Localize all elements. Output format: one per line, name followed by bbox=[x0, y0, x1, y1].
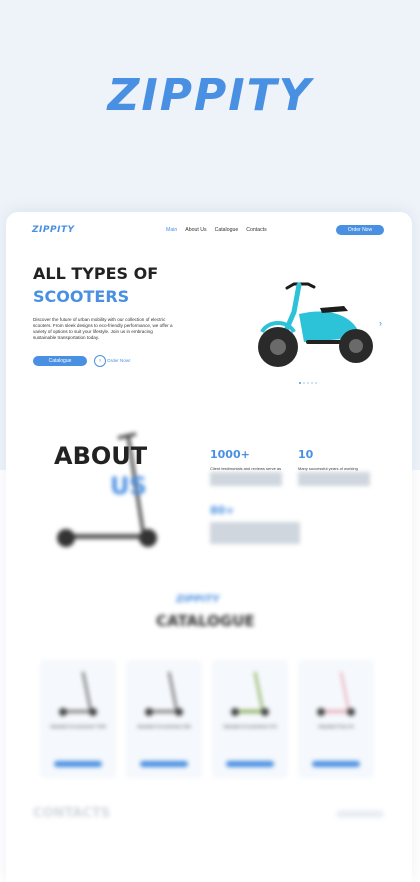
product-button[interactable] bbox=[312, 761, 360, 767]
product-button[interactable] bbox=[140, 761, 188, 767]
catalogue-button[interactable]: Catalogue bbox=[33, 356, 87, 366]
stat-value: 1000+ bbox=[210, 448, 250, 461]
carousel-dot[interactable] bbox=[315, 382, 317, 384]
scooter-image bbox=[317, 671, 355, 716]
product-card[interactable]: Standard Scootzstreet T400 bbox=[40, 660, 116, 778]
product-card[interactable]: Standard Flow 3X bbox=[298, 660, 374, 778]
scooter-image bbox=[145, 671, 183, 716]
stat-text: Many successful years of working bbox=[298, 466, 358, 471]
carousel-dots bbox=[299, 382, 317, 384]
stat-text-placeholder bbox=[210, 472, 282, 486]
about-title: ABOUT bbox=[54, 442, 148, 470]
catalogue-logo: ZIPPITY bbox=[176, 594, 220, 605]
product-name: Standard Scootzstreet S70 bbox=[223, 724, 277, 729]
website-preview: ZIPPITY Main About Us Catalogue Contacts… bbox=[6, 212, 412, 882]
carousel-dot[interactable] bbox=[299, 382, 301, 384]
carousel-dot[interactable] bbox=[303, 382, 305, 384]
order-now-button[interactable]: Order Now bbox=[336, 225, 384, 235]
scooter-image bbox=[59, 671, 97, 716]
nav-link-contacts[interactable]: Contacts bbox=[246, 227, 266, 233]
product-card[interactable]: Standard Scootzstreet S50 bbox=[126, 660, 202, 778]
scooter-image bbox=[258, 282, 373, 367]
nav-logo[interactable]: ZIPPITY bbox=[32, 225, 75, 235]
stat-text: Client testimonials and reviews serve as bbox=[210, 466, 282, 471]
nav-link-main[interactable]: Main bbox=[166, 227, 177, 233]
order-now-link[interactable]: Order Now! bbox=[107, 358, 131, 363]
nav-links: Main About Us Catalogue Contacts bbox=[166, 227, 267, 233]
scooter-image bbox=[231, 671, 269, 716]
product-card[interactable]: Standard Scootzstreet S70 bbox=[212, 660, 288, 778]
carousel-dot[interactable] bbox=[311, 382, 313, 384]
product-name: Standard Scootzstreet S50 bbox=[137, 724, 191, 729]
product-name: Standard Flow 3X bbox=[318, 724, 354, 729]
hero-title-line2: SCOOTERS bbox=[33, 287, 130, 306]
contacts-button[interactable] bbox=[336, 810, 384, 818]
stat-value: 10 bbox=[298, 448, 314, 461]
nav-link-catalogue[interactable]: Catalogue bbox=[215, 227, 239, 233]
stat-value: 80+ bbox=[210, 504, 235, 517]
product-button[interactable] bbox=[54, 761, 102, 767]
carousel-dot[interactable] bbox=[307, 382, 309, 384]
top-nav: ZIPPITY Main About Us Catalogue Contacts… bbox=[6, 212, 412, 250]
about-title-us: US bbox=[110, 472, 147, 500]
stat-text-placeholder bbox=[210, 522, 300, 544]
product-button[interactable] bbox=[226, 761, 274, 767]
contacts-title: CONTACTS bbox=[33, 806, 111, 821]
product-name: Standard Scootzstreet T400 bbox=[50, 724, 106, 729]
catalogue-title: CATALOGUE bbox=[156, 612, 255, 630]
stat-text-placeholder bbox=[298, 472, 370, 486]
hero-title-line1: ALL TYPES OF bbox=[33, 264, 159, 283]
arrow-right-icon[interactable]: › bbox=[94, 355, 106, 367]
nav-link-about[interactable]: About Us bbox=[185, 227, 206, 233]
carousel-next-icon[interactable]: › bbox=[379, 318, 382, 328]
hero-description: Discover the future of urban mobility wi… bbox=[33, 317, 173, 340]
brand-logo: ZIPPITY bbox=[107, 70, 313, 121]
